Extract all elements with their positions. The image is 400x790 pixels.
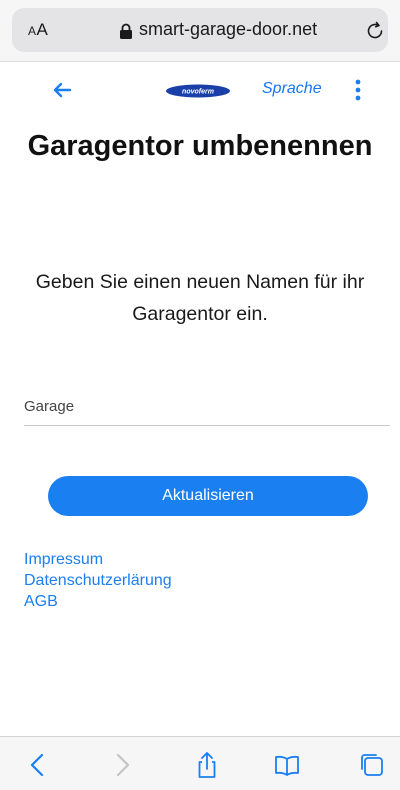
back-arrow-icon[interactable] [50, 78, 74, 102]
address-bar[interactable]: AA smart-garage-door.net [12, 8, 388, 52]
reload-icon[interactable] [364, 19, 386, 41]
garage-name-input[interactable] [24, 388, 390, 426]
svg-text:novoferm: novoferm [182, 89, 214, 96]
more-vertical-icon[interactable] [348, 77, 368, 103]
app-header: novoferm Sprache [0, 62, 400, 118]
language-button[interactable]: Sprache [262, 80, 322, 98]
instruction-text: Geben Sie einen neuen Namen für ihr Gara… [35, 271, 365, 325]
page-title: Garagentor umbenennen [27, 130, 373, 162]
imprint-link[interactable]: Impressum [24, 549, 172, 570]
text-size-button[interactable]: AA [28, 20, 48, 40]
novoferm-logo: novoferm [166, 84, 230, 98]
update-button[interactable]: Aktualisieren [48, 476, 368, 516]
lock-icon [120, 23, 132, 39]
browser-bottom-toolbar [0, 736, 400, 790]
browser-top-bar: AA smart-garage-door.net [0, 0, 400, 62]
url-text[interactable]: smart-garage-door.net [139, 19, 317, 40]
privacy-link[interactable]: Datenschutzerlärung [24, 570, 172, 591]
tabs-icon[interactable] [358, 751, 386, 779]
footer-links: Impressum Datenschutzerlärung AGB [24, 549, 172, 612]
terms-link[interactable]: AGB [24, 591, 172, 612]
share-icon[interactable] [193, 751, 221, 779]
chevron-right-icon[interactable] [108, 751, 136, 779]
bookmarks-icon[interactable] [273, 751, 301, 779]
chevron-left-icon[interactable] [24, 751, 52, 779]
